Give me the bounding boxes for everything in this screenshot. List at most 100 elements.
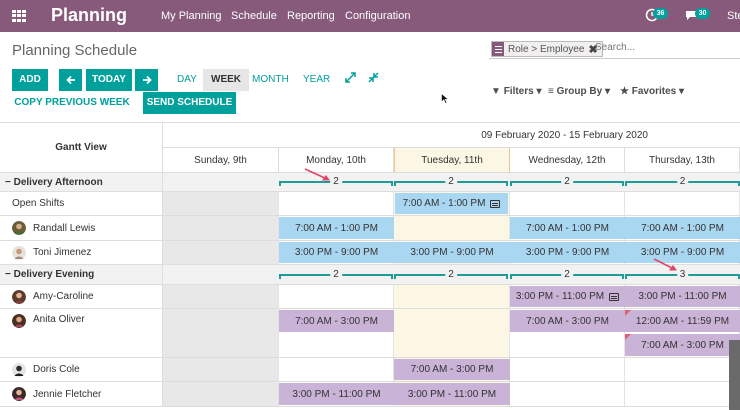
expand-rows-icon[interactable] [345, 72, 356, 86]
day-header-thursday: Thursday, 13th [625, 148, 740, 173]
day-header-monday: Monday, 10th [279, 148, 394, 173]
day-header-tuesday: Tuesday, 11th [394, 148, 510, 173]
caret-down-icon: ▾ [679, 86, 685, 97]
scrollbar-handle[interactable] [729, 340, 740, 410]
group-row-delivery-afternoon[interactable]: − Delivery Afternoon 2 2 2 2 [0, 173, 740, 192]
scale-year-button[interactable]: YEAR [295, 69, 338, 91]
avatar [12, 314, 26, 328]
next-button[interactable] [135, 69, 158, 91]
today-button[interactable]: TODAY [86, 69, 132, 91]
annotation-arrow-icon [653, 258, 677, 271]
row-label: Doris Cole [0, 358, 163, 381]
gantt-row-open-shifts: Open Shifts 7:00 AM - 1:00 PM [0, 192, 740, 216]
top-navbar: Planning My Planning Schedule Reporting … [0, 0, 740, 32]
scale-month-button[interactable]: MONTH [244, 69, 297, 91]
search-bar: Role > Employee ✖ [489, 39, 740, 59]
group-row-delivery-evening[interactable]: − Delivery Evening 2 2 2 3 [0, 265, 740, 285]
caret-down-icon: ▾ [604, 86, 610, 97]
left-arrow-icon [65, 75, 75, 85]
message-count-badge: 30 [695, 8, 710, 19]
gantt-row-jennie-fletcher: Jennie Fletcher 3:00 PM - 11:00 PM 3:00 … [0, 382, 740, 407]
shift-pill[interactable]: 7:00 AM - 1:00 PM [625, 217, 740, 239]
filter-funnel-icon: ▼ [491, 86, 501, 97]
shift-pill[interactable]: 7:00 AM - 1:00 PM [279, 217, 394, 239]
filters-dropdown[interactable]: ▼ Filters ▾ [491, 86, 542, 97]
shift-pill[interactable]: 7:00 AM - 1:00 PM [510, 217, 625, 239]
comment-icon [609, 292, 620, 301]
menu-reporting[interactable]: Reporting [287, 10, 335, 22]
group-label[interactable]: − Delivery Afternoon [0, 173, 163, 191]
search-facet: Role > Employee ✖ [491, 41, 603, 57]
shift-count-bar: 2 [279, 269, 393, 281]
shift-pill[interactable]: 3:00 PM - 9:00 PM [625, 242, 740, 263]
collapse-rows-icon[interactable] [368, 72, 379, 86]
shift-pill[interactable]: 7:00 AM - 3:00 PM [625, 334, 740, 356]
shift-count-bar: 2 [625, 176, 740, 188]
mouse-cursor-icon [441, 92, 450, 107]
facet-label: Role > Employee [508, 43, 585, 55]
copy-previous-week-button[interactable]: COPY PREVIOUS WEEK [12, 92, 132, 114]
favorites-dropdown[interactable]: ★ Favorites ▾ [620, 86, 684, 97]
list-bars-icon: ≡ [548, 86, 554, 97]
menu-configuration[interactable]: Configuration [345, 10, 410, 22]
scale-day-button[interactable]: DAY [169, 69, 205, 91]
shift-pill[interactable]: 3:00 PM - 11:00 PM [394, 383, 510, 405]
shift-pill[interactable]: 3:00 PM - 11:00 PM [510, 286, 625, 307]
row-label: Randall Lewis [0, 216, 163, 240]
send-schedule-button[interactable]: SEND SCHEDULE [143, 92, 236, 114]
gantt-view: Gantt View 09 February 2020 - 15 Februar… [0, 122, 740, 410]
right-arrow-icon [142, 75, 152, 85]
row-label: Toni Jimenez [0, 241, 163, 264]
user-menu[interactable]: Ste [727, 10, 740, 22]
shift-pill[interactable]: 7:00 AM - 1:00 PM [395, 193, 508, 214]
shift-pill[interactable]: 3:00 PM - 11:00 PM [625, 286, 740, 307]
shift-count-bar: 2 [394, 176, 508, 188]
caret-down-icon: ▾ [536, 86, 542, 97]
avatar [12, 362, 26, 377]
shift-count-bar: 3 [625, 269, 740, 281]
gantt-row-randall-lewis: Randall Lewis 7:00 AM - 1:00 PM 7:00 AM … [0, 216, 740, 241]
shift-count-bar: 2 [510, 176, 624, 188]
group-by-dropdown[interactable]: ≡ Group By ▾ [548, 86, 610, 97]
activity-count-badge: 36 [653, 8, 668, 19]
menu-schedule[interactable]: Schedule [231, 10, 277, 22]
shift-pill[interactable]: 7:00 AM - 3:00 PM [279, 310, 394, 332]
search-input[interactable] [595, 42, 735, 53]
shift-pill[interactable]: 7:00 AM - 3:00 PM [394, 359, 510, 380]
comment-icon [490, 199, 501, 208]
gantt-row-anita-oliver: Anita Oliver 7:00 AM - 3:00 PM 7:00 AM -… [0, 309, 740, 358]
shift-pill[interactable]: 3:00 PM - 9:00 PM [394, 242, 510, 263]
shift-pill[interactable]: 3:00 PM - 9:00 PM [510, 242, 625, 263]
avatar [12, 289, 26, 304]
avatar [12, 221, 26, 235]
add-button[interactable]: ADD [12, 69, 48, 91]
shift-pill[interactable]: 3:00 PM - 9:00 PM [279, 242, 394, 263]
star-icon: ★ [620, 86, 629, 97]
conflict-flag-icon [625, 310, 631, 316]
apps-menu-icon[interactable] [12, 10, 26, 22]
gantt-row-amy-caroline: Amy-Caroline 3:00 PM - 11:00 PM 3:00 PM … [0, 285, 740, 309]
group-label[interactable]: − Delivery Evening [0, 265, 163, 284]
avatar [12, 245, 26, 260]
gantt-row-toni-jimenez: Toni Jimenez 3:00 PM - 9:00 PM 3:00 PM -… [0, 241, 740, 265]
group-by-list-icon [492, 42, 504, 56]
menu-my-planning[interactable]: My Planning [161, 10, 222, 22]
shift-count-bar: 2 [394, 269, 508, 281]
scale-week-button[interactable]: WEEK [203, 69, 249, 91]
gantt-date-range: 09 February 2020 - 15 February 2020 [163, 123, 740, 148]
page-title: Planning Schedule [12, 42, 138, 59]
previous-button[interactable] [59, 69, 82, 91]
conflict-flag-icon [625, 334, 631, 340]
shift-pill[interactable]: 3:00 PM - 11:00 PM [279, 383, 394, 405]
gantt-view-title: Gantt View [0, 123, 163, 173]
app-name: Planning [51, 5, 127, 25]
row-label: Amy-Caroline [0, 285, 163, 308]
shift-pill[interactable]: 7:00 AM - 3:00 PM [510, 310, 625, 332]
annotation-arrow-icon [304, 168, 330, 181]
day-header-wednesday: Wednesday, 12th [510, 148, 625, 173]
row-label: Open Shifts [0, 192, 163, 215]
row-label: Jennie Fletcher [0, 382, 163, 406]
shift-count-bar: 2 [510, 269, 624, 281]
shift-pill[interactable]: 12:00 AM - 11:59 PM [625, 310, 740, 332]
shift-count-bar: 2 [279, 176, 393, 188]
